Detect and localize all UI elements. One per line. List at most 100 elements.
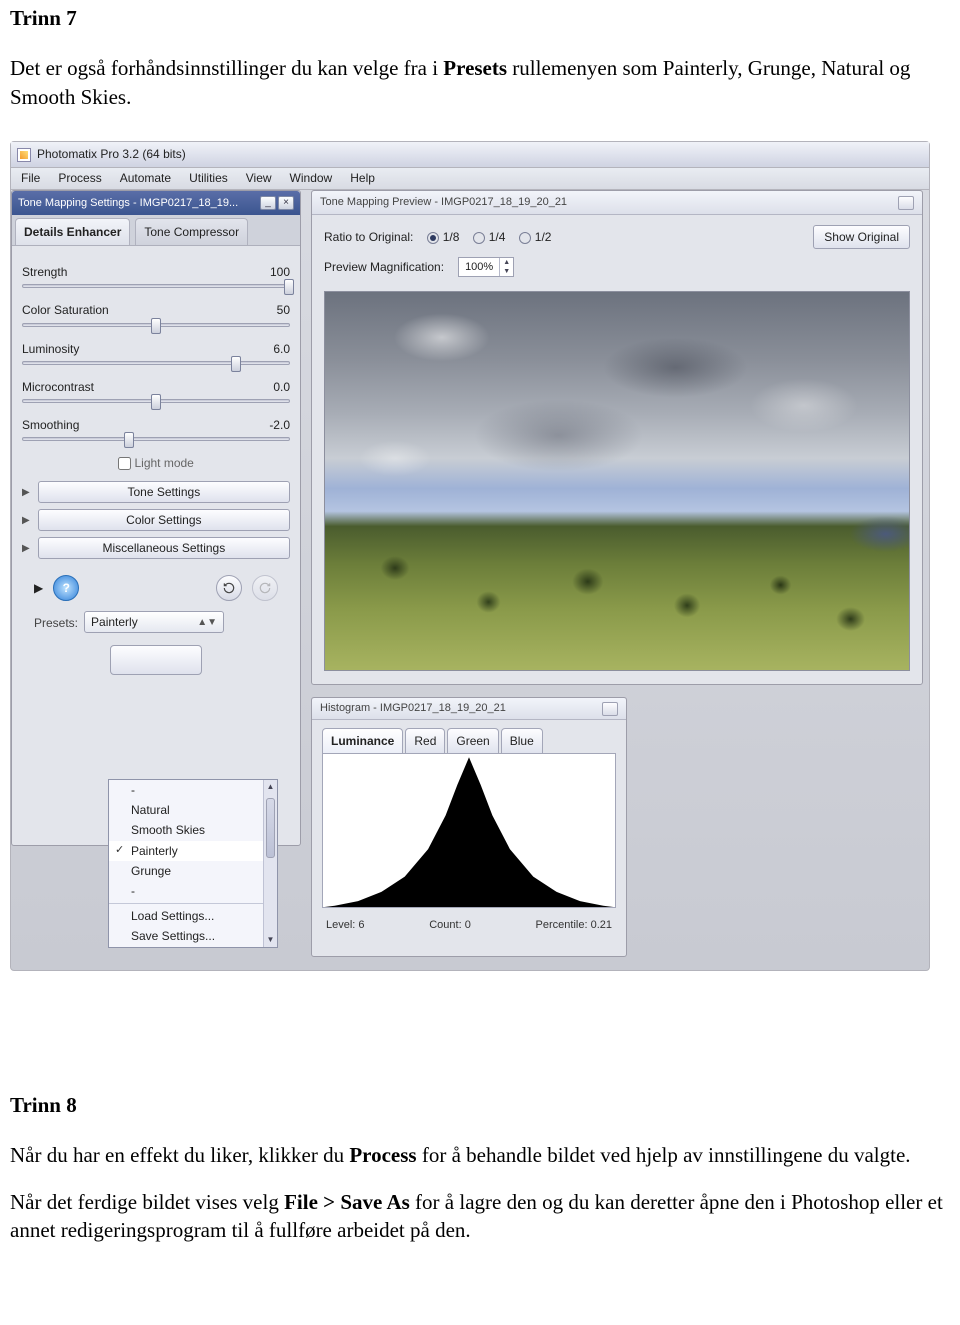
histogram-tabs: Luminance Red Green Blue [312, 720, 626, 753]
menu-item-process[interactable]: Process [58, 170, 101, 186]
percentile-value: 0.21 [591, 919, 612, 931]
ratio-1-4[interactable] [473, 232, 485, 244]
slider-value: 0.0 [273, 379, 290, 395]
menu-item-help[interactable]: Help [350, 170, 375, 186]
count-value: 0 [465, 919, 471, 931]
show-original-button[interactable]: Show Original [813, 225, 910, 249]
slider-strength: Strength 100 [22, 264, 290, 288]
preset-option-sep2[interactable]: - [109, 881, 277, 901]
preset-option-painterly[interactable]: Painterly [109, 841, 277, 861]
histogram-title-text: Histogram - IMGP0217_18_19_20_21 [320, 701, 506, 716]
preset-option-smooth-skies[interactable]: Smooth Skies [109, 820, 277, 840]
dropdown-scrollbar[interactable]: ▲ ▼ [263, 780, 277, 947]
minimize-icon[interactable]: _ [260, 196, 276, 210]
slider-value: 6.0 [273, 341, 290, 357]
redo-icon[interactable] [252, 575, 278, 601]
color-settings-button[interactable]: Color Settings [38, 509, 290, 531]
slider-value: -2.0 [269, 417, 290, 433]
histogram-tab-blue[interactable]: Blue [501, 728, 543, 753]
slider-label: Strength [22, 264, 67, 280]
text: Når det ferdige bildet vises velg [10, 1190, 284, 1214]
light-mode-checkbox-row: Light mode [22, 455, 290, 471]
preview-title-text: Tone Mapping Preview - IMGP0217_18_19_20… [320, 195, 567, 210]
histogram-canvas [322, 753, 616, 908]
window-titlebar: Photomatix Pro 3.2 (64 bits) [11, 142, 929, 168]
slider-thumb[interactable] [284, 279, 294, 295]
preset-option-save[interactable]: Save Settings... [109, 926, 277, 946]
slider-track[interactable] [22, 399, 290, 403]
preset-option-load[interactable]: Load Settings... [109, 903, 277, 926]
step8-heading: Trinn 8 [10, 1091, 950, 1119]
menu-item-window[interactable]: Window [290, 170, 333, 186]
slider-thumb[interactable] [124, 432, 134, 448]
spinner-up-icon[interactable]: ▲ [500, 258, 513, 267]
slider-track[interactable] [22, 284, 290, 288]
magnification-spinner[interactable]: 100% ▲▼ [458, 257, 514, 277]
settings-panel-title-text: Tone Mapping Settings - IMGP0217_18_19..… [18, 196, 238, 211]
ratio-1-8[interactable] [427, 232, 439, 244]
menu-item-file[interactable]: File [21, 170, 40, 186]
help-icon[interactable]: ? [53, 575, 79, 601]
spinner-down-icon[interactable]: ▼ [500, 267, 513, 276]
menu-item-view[interactable]: View [246, 170, 272, 186]
scroll-thumb[interactable] [266, 798, 275, 858]
ratio-label: Ratio to Original: [324, 229, 413, 245]
preset-option-sep[interactable]: - [109, 780, 277, 800]
expander-color: ▶ Color Settings [22, 509, 290, 531]
slider-thumb[interactable] [151, 318, 161, 334]
histogram-title: Histogram - IMGP0217_18_19_20_21 [312, 698, 626, 720]
step7-heading: Trinn 7 [10, 4, 950, 32]
slider-track[interactable] [22, 437, 290, 441]
menu-item-automate[interactable]: Automate [120, 170, 171, 186]
light-mode-checkbox[interactable] [118, 457, 131, 470]
preset-option-grunge[interactable]: Grunge [109, 861, 277, 881]
close-icon[interactable]: × [278, 196, 294, 210]
slider-smoothing: Smoothing -2.0 [22, 417, 290, 441]
scroll-up-icon[interactable]: ▲ [264, 780, 277, 794]
expand-icon[interactable]: ▶ [34, 580, 43, 596]
slider-track[interactable] [22, 361, 290, 365]
menu-bar: File Process Automate Utilities View Win… [11, 168, 929, 190]
tab-tone-compressor[interactable]: Tone Compressor [135, 218, 248, 245]
preset-option-natural[interactable]: Natural [109, 800, 277, 820]
process-button[interactable] [110, 645, 202, 675]
preview-title: Tone Mapping Preview - IMGP0217_18_19_20… [312, 191, 922, 215]
ratio-1-4-label: 1/4 [489, 230, 506, 244]
percentile-label: Percentile: [536, 919, 588, 931]
presets-dropdown[interactable]: Painterly ▲▼ [84, 611, 224, 633]
undo-icon[interactable] [216, 575, 242, 601]
histogram-tab-red[interactable]: Red [405, 728, 445, 753]
slider-color-saturation: Color Saturation 50 [22, 302, 290, 326]
app-window: Photomatix Pro 3.2 (64 bits) File Proces… [10, 141, 930, 971]
step8-paragraph1: Når du har en effekt du liker, klikker d… [10, 1141, 950, 1169]
menu-item-utilities[interactable]: Utilities [189, 170, 228, 186]
histogram-close-icon[interactable] [602, 702, 618, 716]
ratio-1-2[interactable] [519, 232, 531, 244]
slider-label: Microcontrast [22, 379, 94, 395]
histogram-stats: Level: 6 Count: 0 Percentile: 0.21 [312, 908, 626, 943]
presets-row: Presets: Painterly ▲▼ [34, 611, 278, 633]
slider-luminosity: Luminosity 6.0 [22, 341, 290, 365]
misc-settings-button[interactable]: Miscellaneous Settings [38, 537, 290, 559]
count-label: Count: [429, 919, 461, 931]
histogram-tab-green[interactable]: Green [447, 728, 498, 753]
window-title: Photomatix Pro 3.2 (64 bits) [37, 146, 186, 162]
preview-restore-icon[interactable] [898, 196, 914, 210]
slider-label: Luminosity [22, 341, 79, 357]
expand-icon[interactable]: ▶ [22, 542, 30, 556]
expand-icon[interactable]: ▶ [22, 514, 30, 528]
preview-image [324, 291, 910, 671]
presets-label: Presets: [34, 611, 78, 631]
slider-thumb[interactable] [231, 356, 241, 372]
scroll-down-icon[interactable]: ▼ [264, 933, 277, 947]
slider-track[interactable] [22, 323, 290, 327]
slider-thumb[interactable] [151, 394, 161, 410]
histogram-shape [323, 754, 615, 907]
text: Når du har en effekt du liker, klikker d… [10, 1143, 349, 1167]
histogram-tab-luminance[interactable]: Luminance [322, 728, 403, 753]
magnification-label: Preview Magnification: [324, 259, 444, 275]
text: Det er også forhåndsinnstillinger du kan… [10, 56, 443, 80]
tone-settings-button[interactable]: Tone Settings [38, 481, 290, 503]
tab-details-enhancer[interactable]: Details Enhancer [15, 218, 130, 245]
expand-icon[interactable]: ▶ [22, 486, 30, 500]
